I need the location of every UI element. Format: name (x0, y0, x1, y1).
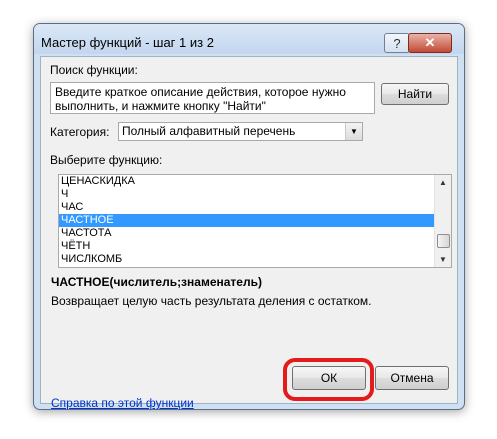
function-list-item[interactable]: ЧАСТОТА (59, 227, 435, 240)
scroll-up-icon[interactable]: ▲ (435, 175, 451, 190)
list-scrollbar[interactable]: ▲ ▼ (434, 175, 451, 267)
functions-label: Выберите функцию: (50, 153, 163, 167)
dialog-title: Мастер функций - шаг 1 из 2 (41, 35, 214, 50)
function-list-item[interactable]: ЧАСТНОЕ (59, 214, 435, 227)
function-list-item[interactable]: ЧАС (59, 201, 435, 214)
question-icon: ? (393, 35, 401, 51)
function-list-item[interactable]: ЧИСЛКОМБ (59, 253, 435, 266)
dialog-content: Поиск функции: Введите краткое описание … (40, 56, 458, 410)
close-button[interactable]: ✕ (408, 33, 452, 53)
chevron-down-icon[interactable]: ▼ (345, 123, 362, 140)
close-icon: ✕ (424, 35, 436, 50)
help-link[interactable]: Справка по этой функции (51, 396, 194, 410)
search-input[interactable]: Введите краткое описание действия, котор… (50, 82, 375, 114)
find-button[interactable]: Найти (381, 83, 449, 105)
cancel-button-label: Отмена (390, 371, 434, 385)
scroll-thumb[interactable] (437, 234, 450, 248)
function-description: Возвращает целую часть результата делени… (51, 294, 372, 308)
find-button-label: Найти (397, 87, 433, 101)
function-list[interactable]: ЦЕНАСКИДКА Ч ЧАС ЧАСТНОЕ ЧАСТОТА ЧЁТН ЧИСЛКОМБ… (58, 174, 452, 268)
ok-highlight-outline (283, 358, 374, 401)
function-list-item[interactable]: ЦЕНАСКИДКА (59, 175, 435, 188)
function-signature: ЧАСТНОЕ(числитель;знаменатель) (51, 275, 262, 289)
function-list-item[interactable]: ЧЁТН (59, 240, 435, 253)
function-wizard-dialog: Мастер функций - шаг 1 из 2 ? ✕ Поиск фу… (33, 23, 465, 410)
title-bar[interactable]: Мастер функций - шаг 1 из 2 ? ✕ (34, 24, 464, 54)
category-value: Полный алфавитный перечень (122, 124, 296, 138)
function-list-item[interactable]: Ч (59, 188, 435, 201)
scroll-down-icon[interactable]: ▼ (435, 252, 451, 267)
help-button[interactable]: ? (384, 33, 410, 53)
search-label: Поиск функции: (50, 63, 138, 77)
cancel-button[interactable]: Отмена (375, 366, 449, 390)
category-select[interactable]: Полный алфавитный перечень ▼ (118, 122, 363, 141)
category-label: Категория: (50, 125, 110, 139)
